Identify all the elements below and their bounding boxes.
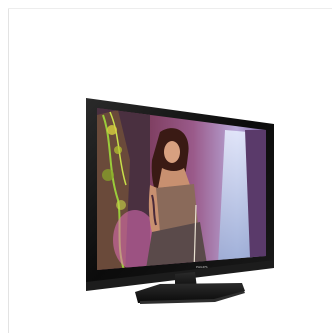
product-photo: PHILIPS (86, 98, 274, 304)
brand-mark: PHILIPS (196, 265, 208, 269)
